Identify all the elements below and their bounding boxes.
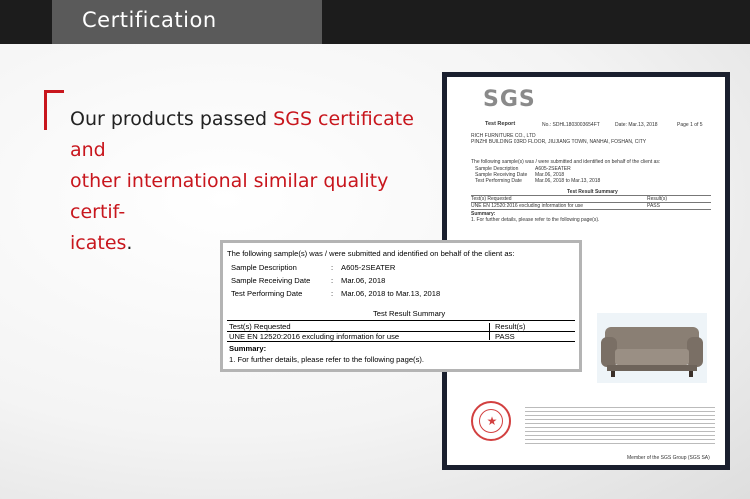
zoom-row-colon: : [331,263,334,272]
page-title: Certification [82,8,217,32]
headline: Our products passed SGS certificate and … [70,104,430,259]
cert-rule [471,209,711,210]
zoom-test-name: UNE EN 12520:2016 excluding information … [229,332,400,341]
zoom-row-label: Test Performing Date [231,289,303,298]
zoom-col-divider [489,332,490,340]
zoom-summary-text: 1. For further details, please refer to … [229,355,425,364]
sofa-photo [597,313,707,383]
cert-row-label: Test Performing Date [475,178,522,184]
zoom-row-colon: : [331,289,334,298]
zoom-col-requested: Test(s) Requested [229,322,291,331]
zoom-summary-label: Summary: [229,344,267,353]
report-page: Page 1 of 5 [677,122,703,128]
star-icon: ★ [486,414,498,428]
zoom-row-colon: : [331,276,334,285]
zoom-row-label: Sample Description [231,263,297,272]
zoom-row-value: Mar.06, 2018 to Mar.13, 2018 [341,289,441,298]
zoom-row-label: Sample Receiving Date [231,276,311,285]
report-label: Test Report [485,121,516,127]
zoom-row-value: A605-2SEATER [341,263,396,272]
zoom-test-result: PASS [495,332,515,341]
zoom-col-divider [489,323,490,331]
cert-row-value: Mar.06, 2018 to Mar.13, 2018 [535,178,601,184]
company-address: PINZHI BUILDING 03RD FLOOR, JIUJIANG TOW… [471,139,647,145]
headline-highlight-2: other international similar quality cert… [70,170,389,223]
zoom-col-result: Result(s) [495,322,526,331]
zoom-rule [227,341,575,342]
headline-prefix: Our products passed [70,108,274,130]
sgs-logo: SGS [483,87,536,112]
accent-bracket-horizontal [44,90,64,93]
cert-footer: Member of the SGS Group (SGS SA) [627,455,710,461]
headline-suffix: . [126,232,133,254]
headline-highlight-3: icates [70,232,127,254]
report-date: Date: Mar.13, 2018 [615,122,658,128]
seal-inner-ring: ★ [479,409,503,433]
cert-summary-text: 1. For further details, please refer to … [471,217,600,223]
fine-print-block [525,407,715,445]
zoom-rule [227,320,575,321]
zoom-row-value: Mar.06, 2018 [341,276,386,285]
header-bar: Certification [0,0,750,44]
report-number: No.: SDHL1803003654FT [542,122,600,128]
accent-bracket-vertical [44,90,47,130]
sgs-seal: ★ [471,401,511,441]
zoom-intro: The following sample(s) was / were submi… [227,249,515,258]
zoom-summary-title: Test Result Summary [373,309,446,318]
zoom-callout: The following sample(s) was / were submi… [220,240,582,372]
cert-intro: The following sample(s) was / were submi… [471,159,661,165]
